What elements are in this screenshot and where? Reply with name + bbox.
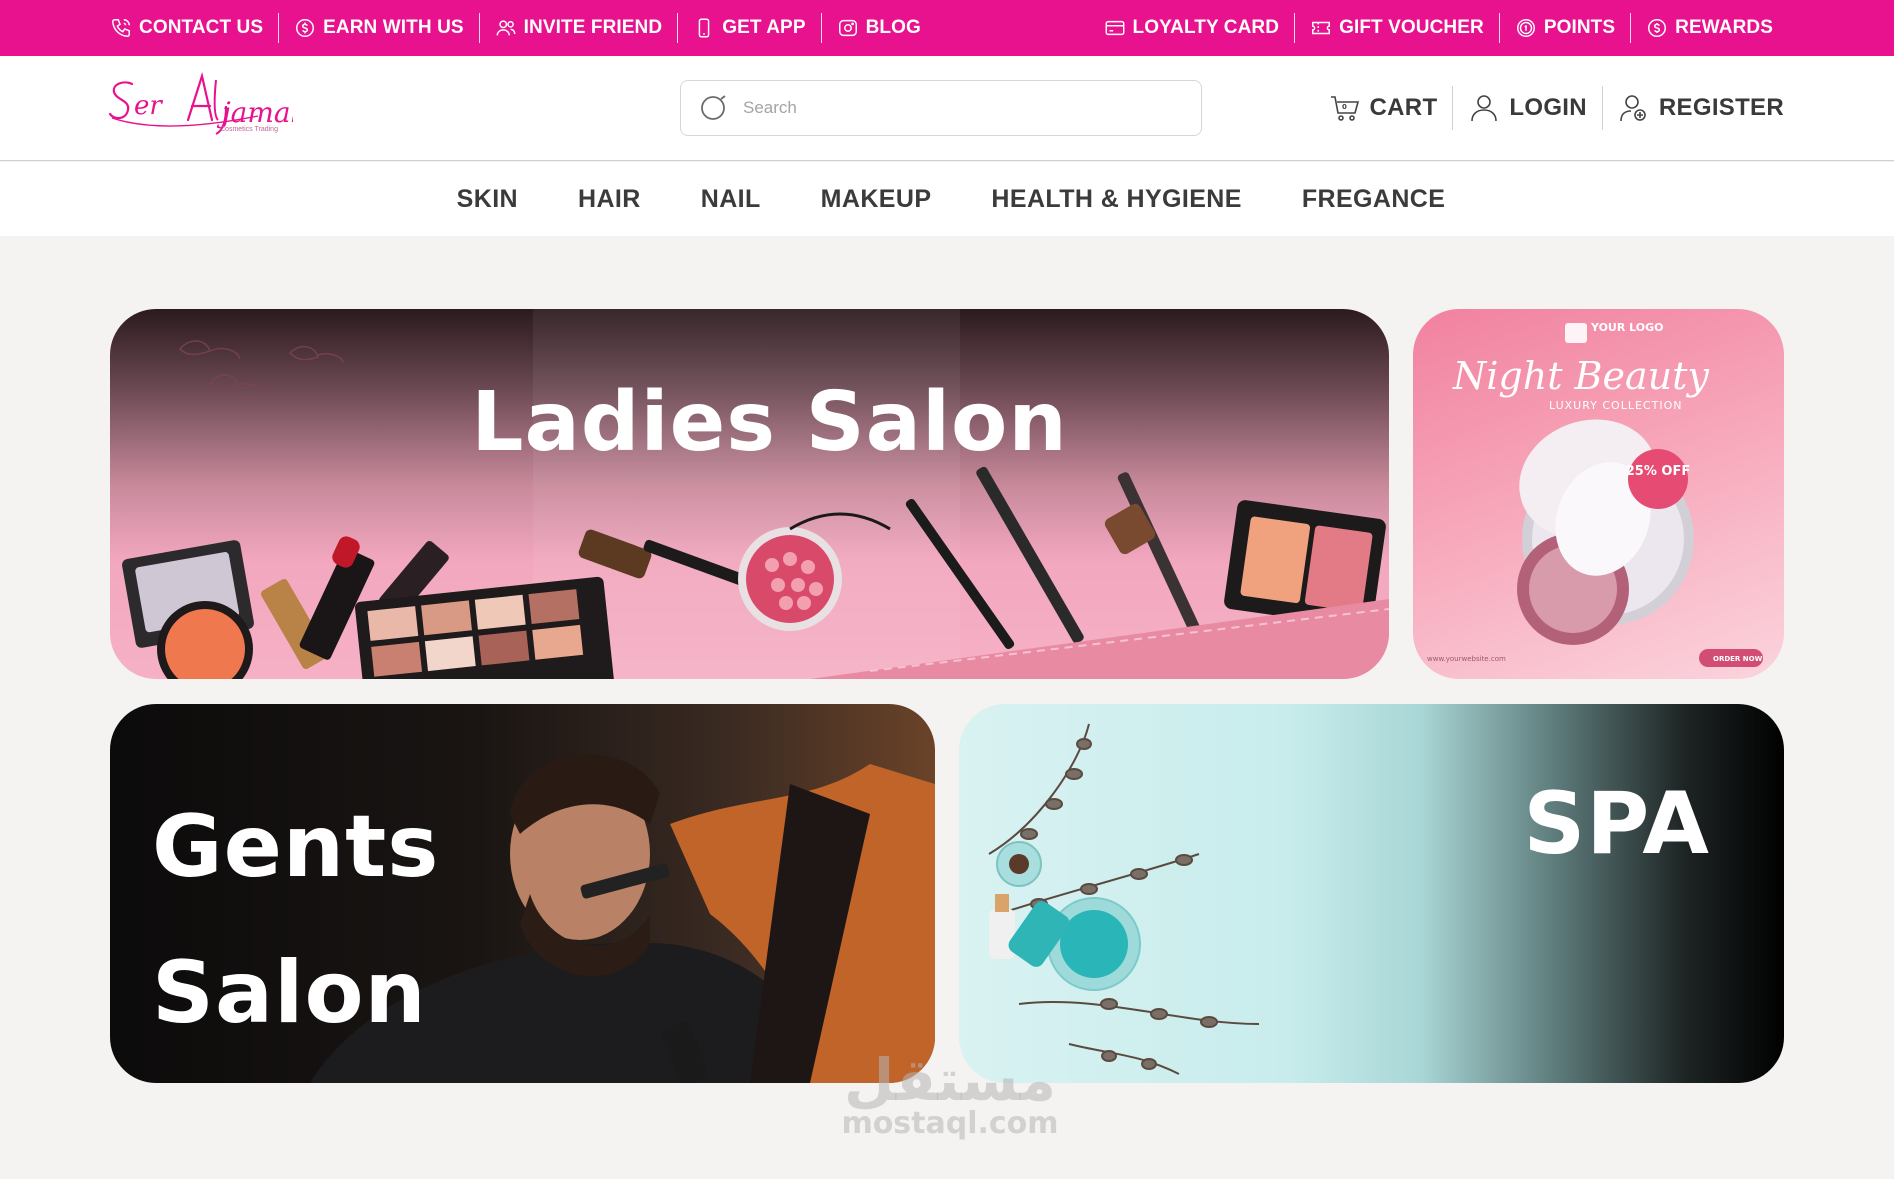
register-label: REGISTER: [1658, 94, 1784, 121]
watermark-latin: mostaql.com: [841, 1106, 1059, 1141]
get-app-label: GET APP: [722, 17, 806, 38]
invite-friend-link[interactable]: INVITE FRIEND: [480, 13, 678, 43]
earn-with-us-label: EARN WITH US: [323, 17, 464, 38]
points-link[interactable]: POINTS: [1500, 13, 1630, 43]
night-beauty-promo-card[interactable]: YOUR LOGO Night Beauty LUXURY COLLECTION…: [1413, 309, 1784, 679]
login-button[interactable]: LOGIN: [1453, 92, 1602, 124]
users-icon: [496, 20, 516, 36]
cart-button[interactable]: 0 CART: [1314, 92, 1453, 124]
invite-friend-label: INVITE FRIEND: [523, 17, 663, 38]
site-header: er jamal Cosmetics Trading 0 CART LOGIN …: [0, 56, 1894, 161]
spa-illustration: [988, 723, 1260, 1075]
ladies-salon-title: Ladies Salon: [471, 375, 1068, 470]
card-icon: [1105, 20, 1124, 36]
gents-salon-title: Gents Salon: [152, 774, 439, 1066]
spa-card[interactable]: SPA: [959, 704, 1784, 1083]
login-label: LOGIN: [1509, 94, 1587, 121]
mobile-icon: [698, 18, 710, 38]
nav-item-nail[interactable]: NAIL: [701, 185, 761, 214]
site-watermark: مستقل mostaql.com: [800, 1048, 1100, 1141]
search-icon: [701, 95, 726, 120]
makeup-illustration: [122, 309, 1389, 679]
svg-text:0: 0: [1342, 103, 1347, 111]
spa-title: SPA: [1523, 774, 1710, 874]
get-app-link[interactable]: GET APP: [678, 13, 820, 43]
earn-with-us-link[interactable]: EARN WITH US: [279, 13, 479, 43]
user-add-icon: [1620, 95, 1646, 122]
ladies-salon-card[interactable]: Ladies Salon: [110, 309, 1389, 679]
top-bar-right-links: LOYALTY CARD GIFT VOUCHER POINTS REWARDS: [1102, 0, 1773, 56]
contact-us-link[interactable]: CONTACT US: [108, 13, 278, 43]
nav-item-hair[interactable]: HAIR: [578, 185, 641, 214]
loyalty-card-link[interactable]: LOYALTY CARD: [1102, 13, 1295, 43]
nav-item-health-hygiene[interactable]: HEALTH & HYGIENE: [991, 185, 1241, 214]
cart-icon: 0: [1330, 96, 1359, 121]
nav-item-skin[interactable]: SKIN: [457, 185, 518, 214]
promo-cta: ORDER NOW: [1713, 655, 1763, 663]
register-button[interactable]: REGISTER: [1603, 92, 1784, 124]
gift-voucher-link[interactable]: GIFT VOUCHER: [1295, 13, 1499, 43]
points-label: POINTS: [1543, 17, 1616, 38]
account-actions: 0 CART LOGIN REGISTER: [1314, 86, 1784, 130]
category-nav: SKIN HAIR NAIL MAKEUP HEALTH & HYGIENE F…: [0, 162, 1894, 236]
loyalty-card-label: LOYALTY CARD: [1132, 17, 1280, 38]
contact-us-label: CONTACT US: [139, 17, 264, 38]
svg-text:Cosmetics Trading: Cosmetics Trading: [220, 126, 278, 133]
phone-icon: [112, 19, 130, 37]
search-input[interactable]: [743, 98, 1163, 118]
blog-label: BLOG: [865, 17, 921, 38]
top-bar: CONTACT US EARN WITH US INVITE FRIEND GE…: [0, 0, 1894, 56]
gents-salon-title-line2: Salon: [152, 943, 427, 1043]
promo-badge: 25% OFF: [1626, 464, 1690, 479]
coin-icon: [1516, 19, 1535, 37]
search-bar[interactable]: [680, 80, 1202, 136]
svg-text:er: er: [134, 91, 163, 121]
voucher-icon: [1312, 21, 1331, 35]
promo-headline: Night Beauty: [1452, 354, 1709, 398]
svg-text:jamal: jamal: [216, 96, 293, 129]
cart-label: CART: [1369, 94, 1438, 121]
blog-link[interactable]: BLOG: [822, 13, 921, 43]
promo-artwork: YOUR LOGO Night Beauty LUXURY COLLECTION…: [1427, 321, 1763, 667]
watermark-arabic: مستقل: [843, 1046, 1057, 1114]
camera-icon: [838, 19, 857, 37]
gents-salon-card[interactable]: Gents Salon: [110, 704, 935, 1083]
money-icon: [296, 19, 315, 37]
promo-subtitle: LUXURY COLLECTION: [1549, 399, 1682, 412]
gift-voucher-label: GIFT VOUCHER: [1339, 17, 1484, 38]
site-logo[interactable]: er jamal Cosmetics Trading: [108, 70, 300, 146]
rewards-link[interactable]: REWARDS: [1631, 13, 1773, 43]
dollar-icon: [1648, 19, 1667, 37]
nav-item-fregance[interactable]: FREGANCE: [1302, 185, 1445, 214]
user-icon: [1471, 95, 1498, 122]
nav-item-makeup[interactable]: MAKEUP: [821, 185, 932, 214]
gents-salon-title-line1: Gents: [152, 797, 440, 897]
rewards-label: REWARDS: [1675, 17, 1773, 38]
promo-website: www.yourwebsite.com: [1427, 655, 1506, 663]
promo-logo-text: YOUR LOGO: [1590, 321, 1664, 334]
top-bar-left-links: CONTACT US EARN WITH US INVITE FRIEND GE…: [108, 0, 921, 56]
